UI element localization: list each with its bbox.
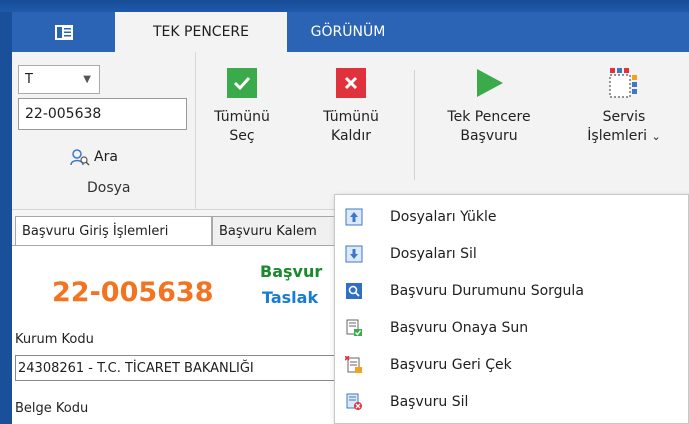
upload-icon bbox=[345, 208, 363, 225]
remove-all-label-line2: Kaldır bbox=[331, 128, 371, 144]
service-label-line1: Servis bbox=[602, 109, 646, 125]
tab-gorunum[interactable]: GÖRÜNÜM bbox=[292, 12, 404, 52]
search-button-label: Ara bbox=[94, 149, 118, 165]
kurum-kodu-field[interactable]: 24308261 - T.C. TİCARET BAKANLIĞI bbox=[15, 355, 345, 381]
panel-layout-icon bbox=[54, 24, 73, 40]
file-number-display: 22-005638 bbox=[52, 277, 214, 308]
status-badge: Taslak bbox=[262, 288, 319, 307]
chevron-down-icon[interactable]: ▼ bbox=[83, 74, 91, 85]
ribbon-tab-strip: TEK PENCERE GÖRÜNÜM bbox=[12, 12, 689, 52]
remove-all-button[interactable]: Tümünü Kaldır bbox=[318, 68, 384, 146]
single-window-submit-button[interactable]: Tek Pencere Başvuru bbox=[432, 68, 546, 146]
type-combobox[interactable]: T ▼ bbox=[18, 65, 100, 94]
title-bar bbox=[0, 0, 689, 12]
remove-all-label-line1: Tümünü bbox=[323, 109, 379, 125]
approve-document-icon bbox=[346, 319, 362, 336]
menu-item-delete-application[interactable]: Başvuru Sil bbox=[335, 383, 688, 420]
chevron-down-icon: ⌄ bbox=[651, 130, 661, 143]
menu-item-label: Başvuru Sil bbox=[390, 393, 469, 410]
user-search-icon bbox=[70, 149, 90, 166]
menu-item-upload-files[interactable]: Dosyaları Yükle bbox=[335, 198, 688, 235]
select-all-label-line2: Seç bbox=[229, 128, 255, 144]
select-all-button[interactable]: Tümünü Seç bbox=[210, 68, 274, 146]
menu-item-withdraw[interactable]: Başvuru Geri Çek bbox=[335, 346, 688, 383]
service-label-line2: İşlemleri bbox=[587, 128, 648, 144]
dosya-group: T ▼ 22-005638 Ara Dosya bbox=[12, 52, 196, 210]
menu-item-delete-files[interactable]: Dosyaları Sil bbox=[335, 235, 688, 272]
delete-document-icon bbox=[346, 393, 362, 410]
service-operations-button[interactable]: Servis İşlemleri ⌄ bbox=[578, 68, 670, 146]
file-menu-button[interactable] bbox=[12, 12, 115, 52]
menu-item-submit-for-approval[interactable]: Başvuru Onaya Sun bbox=[335, 309, 688, 346]
search-button[interactable]: Ara bbox=[70, 148, 118, 166]
menu-item-label: Başvuru Geri Çek bbox=[390, 356, 512, 373]
search-icon bbox=[346, 282, 362, 299]
single-window-label-line1: Tek Pencere bbox=[447, 109, 531, 125]
kurum-kodu-label: Kurum Kodu bbox=[15, 332, 94, 347]
file-number-input[interactable]: 22-005638 bbox=[18, 98, 187, 130]
tab-basvuru-kalem[interactable]: Başvuru Kalem bbox=[212, 216, 342, 246]
single-window-label-line2: Başvuru bbox=[460, 128, 518, 144]
menu-item-label: Başvuru Durumunu Sorgula bbox=[390, 282, 584, 299]
download-icon bbox=[345, 245, 363, 262]
tab-tek-pencere[interactable]: TEK PENCERE bbox=[115, 12, 287, 52]
ribbon: T ▼ 22-005638 Ara Dosya Tümünü Seç Tümün… bbox=[12, 52, 689, 210]
select-all-label-line1: Tümünü bbox=[214, 109, 270, 125]
services-grid-icon bbox=[609, 68, 637, 98]
play-icon bbox=[477, 69, 503, 97]
dosya-group-label: Dosya bbox=[87, 180, 131, 196]
belge-kodu-label: Belge Kodu bbox=[15, 401, 89, 416]
ribbon-separator bbox=[414, 70, 415, 180]
menu-item-query-status[interactable]: Başvuru Durumunu Sorgula bbox=[335, 272, 688, 309]
tab-basvuru-giris[interactable]: Başvuru Giriş İşlemleri bbox=[15, 216, 212, 246]
status-label: Başvur bbox=[260, 262, 323, 281]
menu-item-label: Başvuru Onaya Sun bbox=[390, 319, 529, 336]
menu-item-label: Dosyaları Yükle bbox=[390, 208, 497, 225]
menu-item-label: Dosyaları Sil bbox=[390, 245, 477, 262]
type-combobox-value: T bbox=[25, 72, 33, 87]
close-icon bbox=[336, 68, 366, 98]
check-icon bbox=[227, 68, 257, 98]
service-operations-menu: Dosyaları Yükle Dosyaları Sil Başvuru Du… bbox=[334, 194, 689, 424]
withdraw-document-icon bbox=[345, 355, 362, 373]
